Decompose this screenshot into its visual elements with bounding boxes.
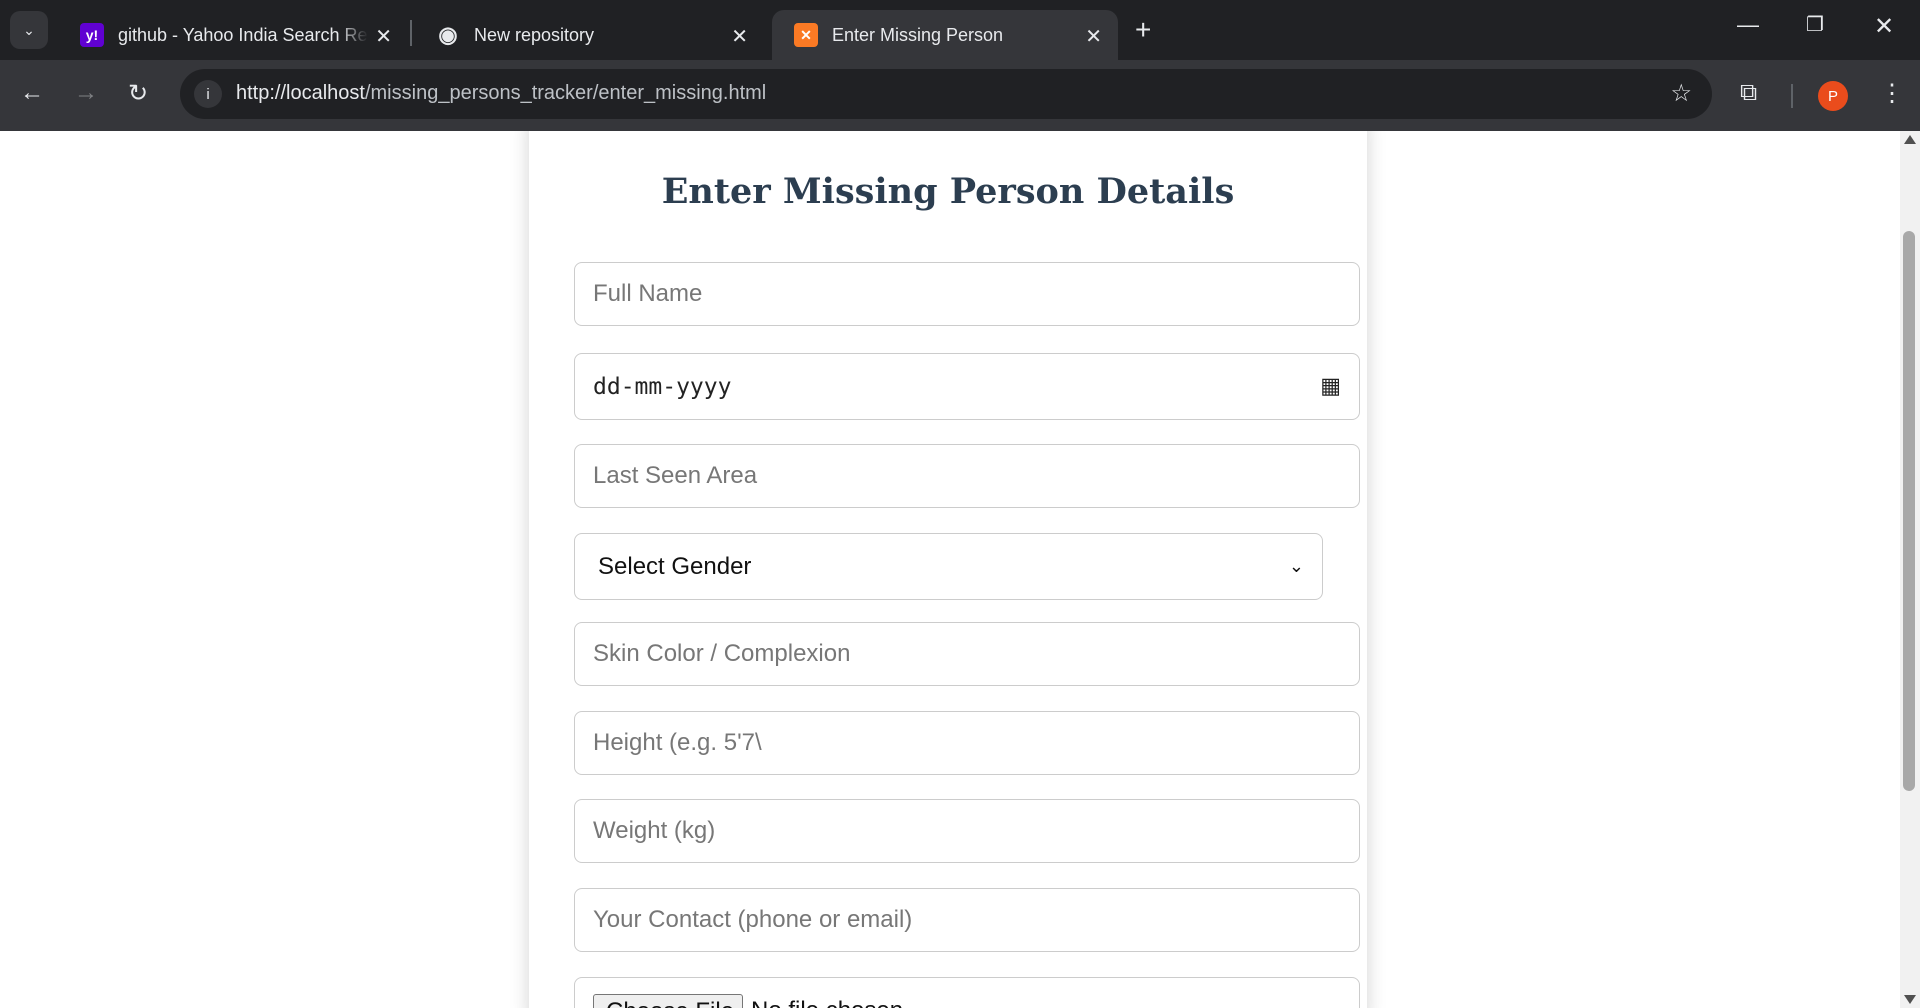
tab-separator xyxy=(410,20,412,46)
choose-file-button[interactable]: Choose File xyxy=(593,994,743,1008)
tab-search-button[interactable]: ⌄ xyxy=(10,11,48,49)
tab-title: New repository xyxy=(474,24,595,45)
chevron-down-icon: ⌄ xyxy=(1288,556,1304,576)
minimize-icon[interactable]: — xyxy=(1737,12,1759,38)
weight-input[interactable]: Weight (kg) xyxy=(574,799,1360,863)
url-path: /missing_persons_tracker/enter_missing.h… xyxy=(364,82,767,104)
close-window-icon[interactable]: ✕ xyxy=(1874,12,1894,41)
page-title: Enter Missing Person Details xyxy=(661,171,1235,212)
browser-chrome: ⌄ y! github - Yahoo India Search Re ✕ ◉ … xyxy=(0,0,1920,131)
contact-input[interactable]: Your Contact (phone or email) xyxy=(574,888,1360,952)
menu-kebab-icon[interactable]: ⋮ xyxy=(1880,79,1904,108)
placeholder: Full Name xyxy=(593,280,703,307)
skin-color-input[interactable]: Skin Color / Complexion xyxy=(574,622,1360,686)
reload-icon[interactable]: ↻ xyxy=(128,79,148,108)
forward-icon[interactable]: → xyxy=(74,79,98,107)
date-placeholder: dd-mm-yyyy xyxy=(593,373,732,400)
last-seen-input[interactable]: Last Seen Area xyxy=(574,444,1360,508)
profile-avatar[interactable]: P xyxy=(1818,81,1848,111)
file-status: No file chosen xyxy=(751,994,903,1008)
tab-new-repository[interactable]: ◉ New repository ✕ xyxy=(414,10,764,60)
close-tab-icon[interactable]: ✕ xyxy=(731,24,748,49)
placeholder: Skin Color / Complexion xyxy=(593,640,851,667)
site-info-icon[interactable]: i xyxy=(194,80,222,108)
tab-enter-missing-person[interactable]: ✕ Enter Missing Person ✕ xyxy=(772,10,1118,60)
scroll-up-arrow-icon[interactable] xyxy=(1904,135,1916,144)
url-host: http://localhost xyxy=(236,82,365,104)
page-viewport: Enter Missing Person Details Full Name d… xyxy=(0,131,1900,1008)
tab-title: github - Yahoo India Search Re xyxy=(118,24,368,45)
scrollbar-thumb[interactable] xyxy=(1903,231,1915,791)
full-name-input[interactable]: Full Name xyxy=(574,262,1360,326)
close-tab-icon[interactable]: ✕ xyxy=(1085,24,1102,49)
placeholder: Height (e.g. 5'7\ xyxy=(593,729,762,756)
form-card: Enter Missing Person Details Full Name d… xyxy=(529,131,1367,1008)
placeholder: Weight (kg) xyxy=(593,817,716,844)
back-icon[interactable]: ← xyxy=(20,79,44,107)
chevron-down-icon: ⌄ xyxy=(23,21,35,38)
toolbar: ← → ↻ i http://localhost/missing_persons… xyxy=(0,60,1920,131)
tab-strip: ⌄ y! github - Yahoo India Search Re ✕ ◉ … xyxy=(0,0,1920,60)
yahoo-icon: y! xyxy=(80,23,104,47)
gender-select[interactable]: Select Gender ⌄ xyxy=(574,533,1323,600)
photo-upload-field: Choose File No file chosen xyxy=(574,977,1360,1008)
vertical-scrollbar[interactable] xyxy=(1900,131,1920,1008)
extensions-icon[interactable]: ⧉ xyxy=(1740,79,1757,107)
github-icon: ◉ xyxy=(438,22,458,47)
placeholder: Your Contact (phone or email) xyxy=(593,906,913,933)
select-value: Select Gender xyxy=(598,552,752,580)
bookmark-star-icon[interactable]: ☆ xyxy=(1670,79,1692,108)
scroll-down-arrow-icon[interactable] xyxy=(1904,995,1916,1004)
address-bar[interactable]: i http://localhost/missing_persons_track… xyxy=(180,69,1712,119)
close-tab-icon[interactable]: ✕ xyxy=(375,24,392,49)
url-text[interactable]: http://localhost/missing_persons_tracker… xyxy=(236,82,766,105)
xampp-icon: ✕ xyxy=(794,23,818,47)
placeholder: Last Seen Area xyxy=(593,462,758,489)
calendar-icon[interactable]: ▦ xyxy=(1320,374,1341,399)
restore-icon[interactable]: ❐ xyxy=(1806,12,1824,37)
date-input[interactable]: dd-mm-yyyy ▦ xyxy=(574,353,1360,420)
new-tab-button[interactable]: + xyxy=(1135,14,1151,46)
height-input[interactable]: Height (e.g. 5'7\ xyxy=(574,711,1360,775)
tab-title: Enter Missing Person xyxy=(832,24,1004,45)
toolbar-divider xyxy=(1791,84,1793,108)
tab-yahoo-search[interactable]: y! github - Yahoo India Search Re ✕ xyxy=(58,10,408,60)
